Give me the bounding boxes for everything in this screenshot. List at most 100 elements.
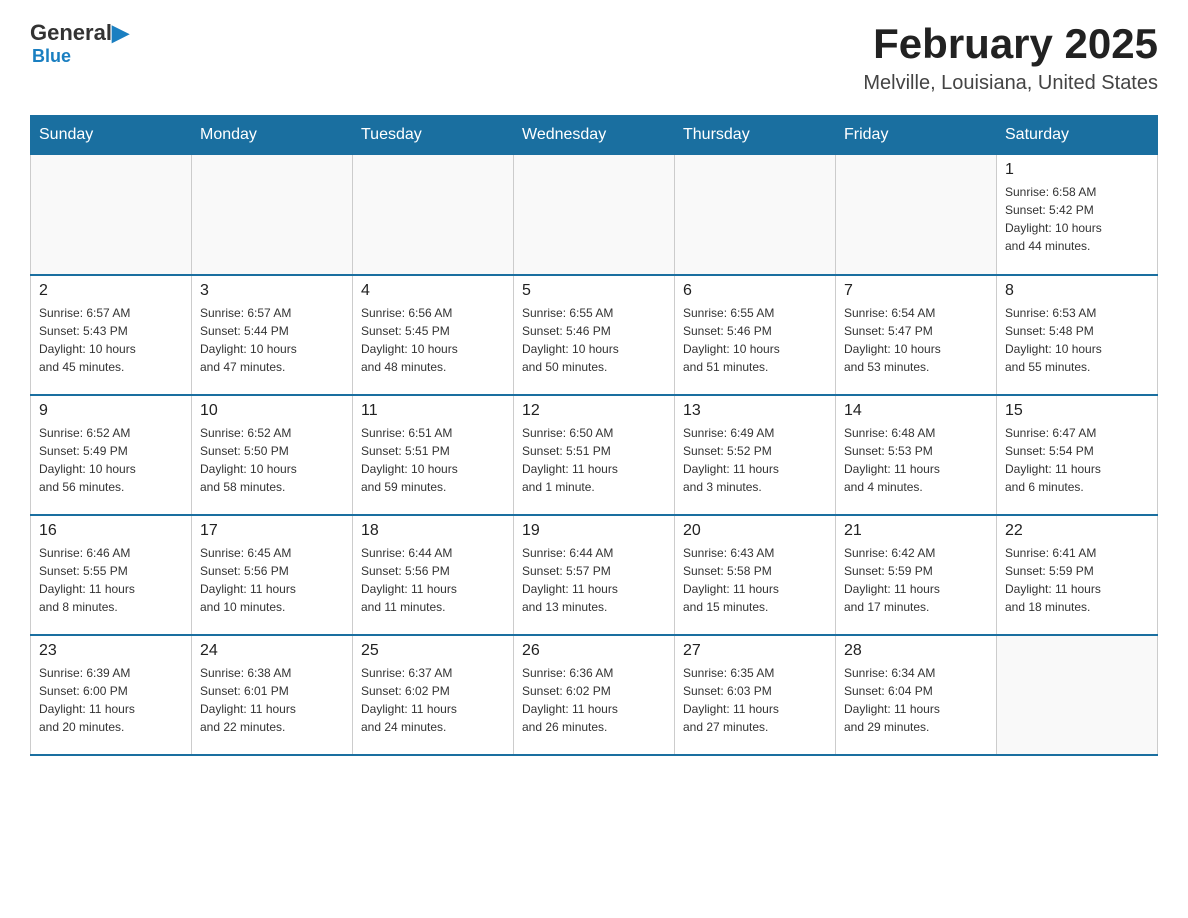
calendar-cell: 26 Sunrise: 6:36 AM Sunset: 6:02 PM Dayli… <box>514 635 675 755</box>
day-number: 24 <box>200 642 344 660</box>
calendar-week-5: 23Sunrise: 6:39 AM Sunset: 6:00 PM Dayli… <box>31 635 1158 755</box>
main-title: February 2025 <box>863 20 1158 68</box>
day-number: 20 <box>683 522 827 540</box>
calendar-cell: 6 Sunrise: 6:55 AM Sunset: 5:46 PM Daylig… <box>675 275 836 395</box>
calendar-cell <box>353 155 514 275</box>
day-info: Sunrise: 6:58 AM Sunset: 5:42 PM Dayligh… <box>1005 183 1149 255</box>
calendar-cell: 25 Sunrise: 6:37 AM Sunset: 6:02 PM Dayli… <box>353 635 514 755</box>
day-header-thursday: Thursday <box>675 116 836 155</box>
calendar-cell: 1 Sunrise: 6:58 AM Sunset: 5:42 PM Daylig… <box>997 155 1158 275</box>
calendar-cell: 20 Sunrise: 6:43 AM Sunset: 5:58 PM Dayli… <box>675 515 836 635</box>
calendar-cell: 22 Sunrise: 6:41 AM Sunset: 5:59 PM Dayli… <box>997 515 1158 635</box>
day-info: Sunrise: 6:45 AM Sunset: 5:56 PM Dayligh… <box>200 544 344 616</box>
day-number: 9 <box>39 402 183 420</box>
day-info: Sunrise: 6:43 AM Sunset: 5:58 PM Dayligh… <box>683 544 827 616</box>
day-number: 10 <box>200 402 344 420</box>
calendar-cell: 17 Sunrise: 6:45 AM Sunset: 5:56 PM Dayli… <box>192 515 353 635</box>
title-section: February 2025 Melville, Louisiana, Unite… <box>863 20 1158 95</box>
day-info: Sunrise: 6:57 AM Sunset: 5:43 PM Dayligh… <box>39 304 183 376</box>
day-number: 4 <box>361 282 505 300</box>
day-number: 19 <box>522 522 666 540</box>
day-info: Sunrise: 6:38 AM Sunset: 6:01 PM Dayligh… <box>200 664 344 736</box>
day-header-wednesday: Wednesday <box>514 116 675 155</box>
day-number: 2 <box>39 282 183 300</box>
day-number: 14 <box>844 402 988 420</box>
calendar-week-4: 16 Sunrise: 6:46 AM Sunset: 5:55 PM Dayli… <box>31 515 1158 635</box>
day-number: 6 <box>683 282 827 300</box>
day-info: Sunrise: 6:54 AM Sunset: 5:47 PM Dayligh… <box>844 304 988 376</box>
calendar-cell: 11 Sunrise: 6:51 AM Sunset: 5:51 PM Dayli… <box>353 395 514 515</box>
day-number: 8 <box>1005 282 1149 300</box>
page-header: General ▶ Blue February 2025 Melville, L… <box>30 20 1158 95</box>
day-number: 27 <box>683 642 827 660</box>
day-info: Sunrise: 6:52 AM Sunset: 5:50 PM Dayligh… <box>200 424 344 496</box>
day-number: 17 <box>200 522 344 540</box>
day-info: Sunrise: 6:35 AM Sunset: 6:03 PM Dayligh… <box>683 664 827 736</box>
calendar-cell <box>836 155 997 275</box>
calendar-cell: 4 Sunrise: 6:56 AM Sunset: 5:45 PM Daylig… <box>353 275 514 395</box>
calendar-cell: 28 Sunrise: 6:34 AM Sunset: 6:04 PM Dayli… <box>836 635 997 755</box>
calendar-cell: 16 Sunrise: 6:46 AM Sunset: 5:55 PM Dayli… <box>31 515 192 635</box>
day-info: Sunrise: 6:44 AM Sunset: 5:57 PM Dayligh… <box>522 544 666 616</box>
calendar-cell: 27 Sunrise: 6:35 AM Sunset: 6:03 PM Dayli… <box>675 635 836 755</box>
calendar-cell: 9 Sunrise: 6:52 AM Sunset: 5:49 PM Daylig… <box>31 395 192 515</box>
calendar-cell <box>31 155 192 275</box>
calendar-cell: 21 Sunrise: 6:42 AM Sunset: 5:59 PM Dayli… <box>836 515 997 635</box>
day-info: Sunrise: 6:53 AM Sunset: 5:48 PM Dayligh… <box>1005 304 1149 376</box>
day-number: 28 <box>844 642 988 660</box>
calendar-week-3: 9 Sunrise: 6:52 AM Sunset: 5:49 PM Daylig… <box>31 395 1158 515</box>
calendar-cell: 14 Sunrise: 6:48 AM Sunset: 5:53 PM Dayli… <box>836 395 997 515</box>
calendar-cell: 15 Sunrise: 6:47 AM Sunset: 5:54 PM Dayli… <box>997 395 1158 515</box>
calendar-cell: 24 Sunrise: 6:38 AM Sunset: 6:01 PM Dayli… <box>192 635 353 755</box>
day-info: Sunrise: 6:46 AM Sunset: 5:55 PM Dayligh… <box>39 544 183 616</box>
day-number: 25 <box>361 642 505 660</box>
day-info: Sunrise: 6:52 AM Sunset: 5:49 PM Dayligh… <box>39 424 183 496</box>
calendar: SundayMondayTuesdayWednesdayThursdayFrid… <box>30 115 1158 756</box>
calendar-week-2: 2 Sunrise: 6:57 AM Sunset: 5:43 PM Daylig… <box>31 275 1158 395</box>
day-info: Sunrise: 6:51 AM Sunset: 5:51 PM Dayligh… <box>361 424 505 496</box>
calendar-cell: 13 Sunrise: 6:49 AM Sunset: 5:52 PM Dayli… <box>675 395 836 515</box>
day-info: Sunrise: 6:44 AM Sunset: 5:56 PM Dayligh… <box>361 544 505 616</box>
day-header-saturday: Saturday <box>997 116 1158 155</box>
day-number: 16 <box>39 522 183 540</box>
calendar-cell: 5 Sunrise: 6:55 AM Sunset: 5:46 PM Daylig… <box>514 275 675 395</box>
calendar-week-1: 1 Sunrise: 6:58 AM Sunset: 5:42 PM Daylig… <box>31 155 1158 275</box>
day-number: 1 <box>1005 161 1149 179</box>
day-number: 22 <box>1005 522 1149 540</box>
day-info: Sunrise: 6:55 AM Sunset: 5:46 PM Dayligh… <box>683 304 827 376</box>
day-number: 7 <box>844 282 988 300</box>
day-info: Sunrise: 6:49 AM Sunset: 5:52 PM Dayligh… <box>683 424 827 496</box>
day-info: Sunrise: 6:37 AM Sunset: 6:02 PM Dayligh… <box>361 664 505 736</box>
day-number: 15 <box>1005 402 1149 420</box>
calendar-cell: 10 Sunrise: 6:52 AM Sunset: 5:50 PM Dayli… <box>192 395 353 515</box>
calendar-cell: 18 Sunrise: 6:44 AM Sunset: 5:56 PM Dayli… <box>353 515 514 635</box>
day-info: Sunrise: 6:41 AM Sunset: 5:59 PM Dayligh… <box>1005 544 1149 616</box>
day-header-monday: Monday <box>192 116 353 155</box>
day-number: 21 <box>844 522 988 540</box>
calendar-cell: 19 Sunrise: 6:44 AM Sunset: 5:57 PM Dayli… <box>514 515 675 635</box>
calendar-cell <box>192 155 353 275</box>
day-info: Sunrise: 6:50 AM Sunset: 5:51 PM Dayligh… <box>522 424 666 496</box>
calendar-cell <box>997 635 1158 755</box>
day-info: Sunrise: 6:57 AM Sunset: 5:44 PM Dayligh… <box>200 304 344 376</box>
day-info: Sunrise: 6:47 AM Sunset: 5:54 PM Dayligh… <box>1005 424 1149 496</box>
logo-blue-text: Blue <box>32 46 71 67</box>
calendar-cell: 2 Sunrise: 6:57 AM Sunset: 5:43 PM Daylig… <box>31 275 192 395</box>
calendar-cell: 23Sunrise: 6:39 AM Sunset: 6:00 PM Dayli… <box>31 635 192 755</box>
day-number: 18 <box>361 522 505 540</box>
day-info: Sunrise: 6:55 AM Sunset: 5:46 PM Dayligh… <box>522 304 666 376</box>
calendar-cell: 8 Sunrise: 6:53 AM Sunset: 5:48 PM Daylig… <box>997 275 1158 395</box>
day-number: 3 <box>200 282 344 300</box>
day-info: Sunrise: 6:36 AM Sunset: 6:02 PM Dayligh… <box>522 664 666 736</box>
day-info: Sunrise: 6:42 AM Sunset: 5:59 PM Dayligh… <box>844 544 988 616</box>
day-number: 23 <box>39 642 183 660</box>
day-number: 5 <box>522 282 666 300</box>
day-info: Sunrise: 6:48 AM Sunset: 5:53 PM Dayligh… <box>844 424 988 496</box>
logo: General ▶ Blue <box>30 20 129 67</box>
day-info: Sunrise: 6:56 AM Sunset: 5:45 PM Dayligh… <box>361 304 505 376</box>
day-number: 11 <box>361 402 505 420</box>
calendar-cell <box>675 155 836 275</box>
day-info: Sunrise: 6:34 AM Sunset: 6:04 PM Dayligh… <box>844 664 988 736</box>
day-number: 13 <box>683 402 827 420</box>
day-number: 26 <box>522 642 666 660</box>
